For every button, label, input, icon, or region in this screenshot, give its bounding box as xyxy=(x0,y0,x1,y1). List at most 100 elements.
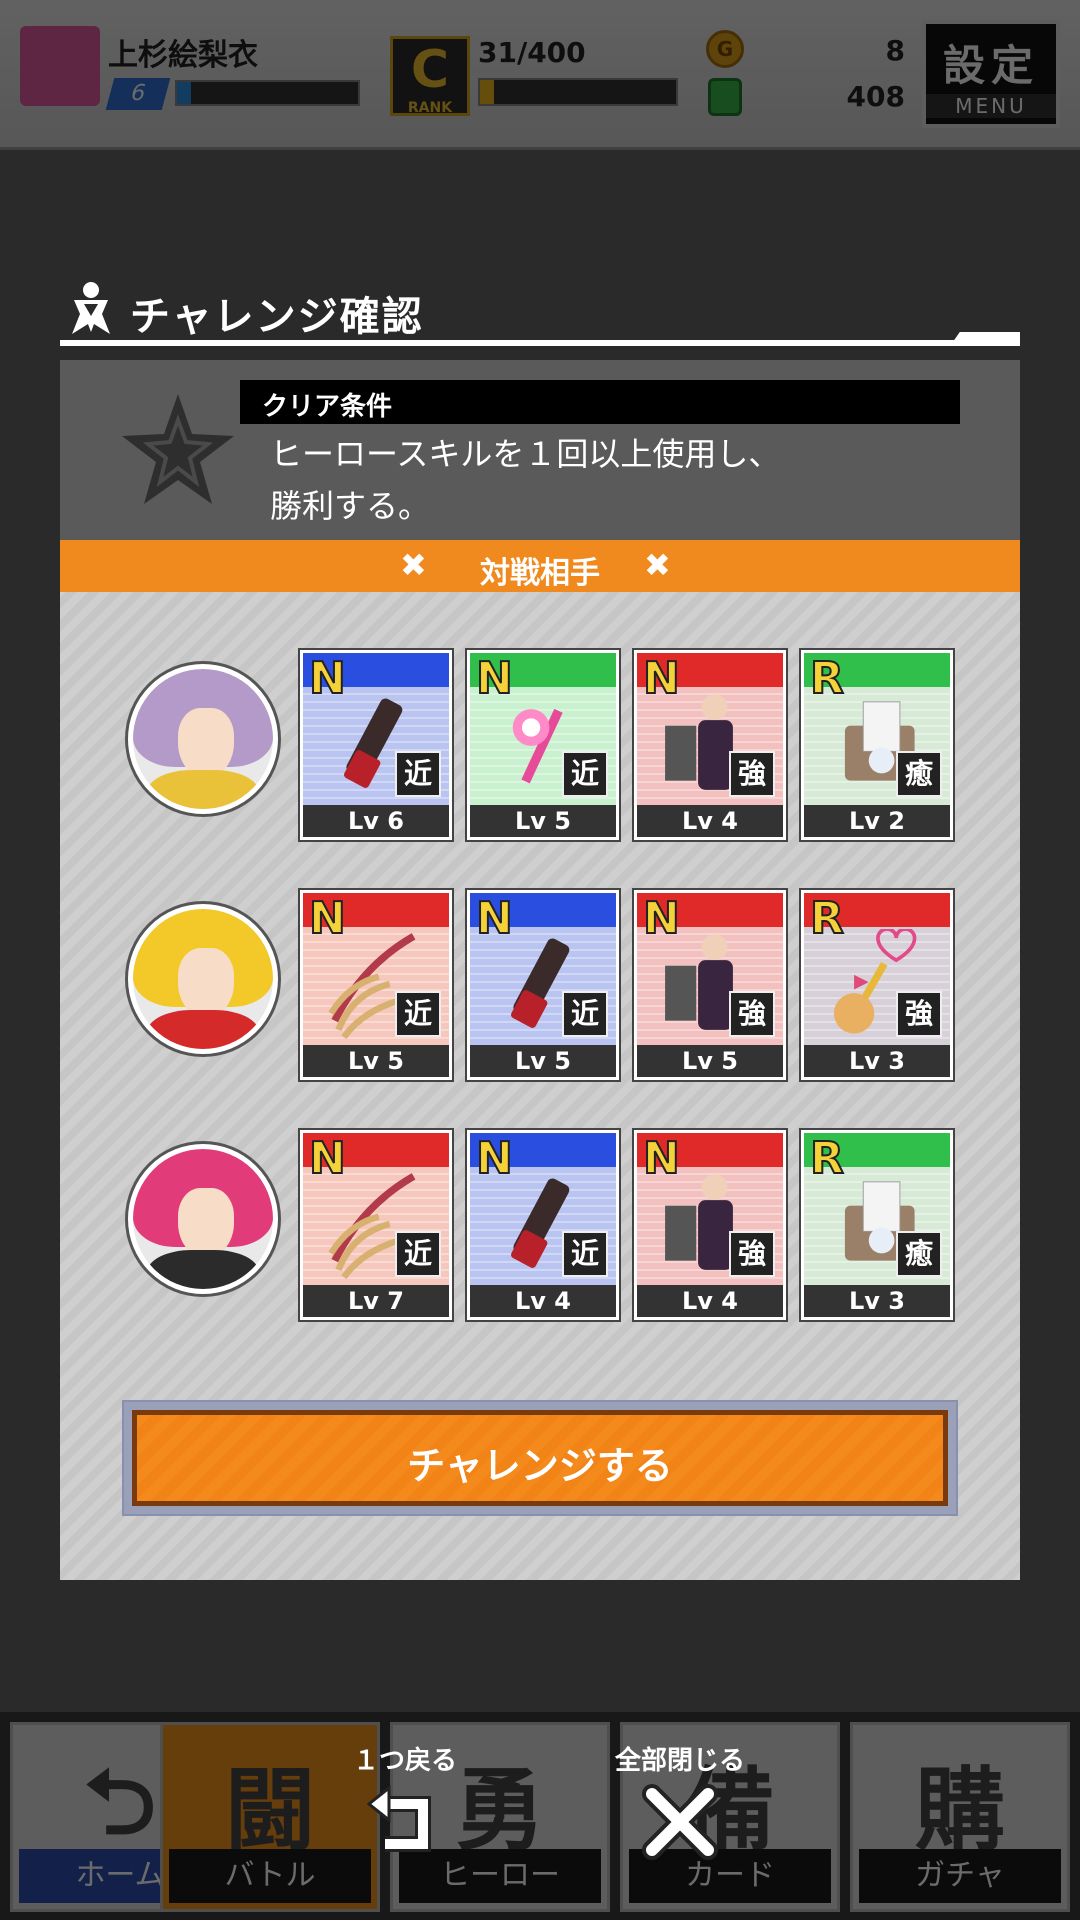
gem-count: 408 xyxy=(846,80,905,113)
card-type-badge: 近 xyxy=(395,991,441,1037)
card-type-badge: 近 xyxy=(562,991,608,1037)
nav-gacha[interactable]: 購 ガチャ xyxy=(850,1722,1070,1912)
close-all-label: 全部閉じる xyxy=(614,1746,745,1776)
opponent-card[interactable]: N 強 Lv 4 xyxy=(634,650,786,840)
clear-condition-line-2: 勝利する。 xyxy=(270,487,431,525)
rank-label: RANK xyxy=(407,100,453,116)
card-level: Lv 5 xyxy=(303,1045,449,1077)
back-arrow-icon xyxy=(366,1784,431,1852)
opponent-card[interactable]: R 癒 Lv 3 xyxy=(801,1130,953,1320)
opponent-card[interactable]: N 強 Lv 4 xyxy=(634,1130,786,1320)
menu-button-label: 設定 xyxy=(942,41,1039,90)
gacha-icon: 購 xyxy=(915,1758,1005,1863)
player-level-badge: 6 xyxy=(105,78,171,110)
card-level: Lv 5 xyxy=(470,1045,616,1077)
avatar-clothing xyxy=(147,1249,259,1289)
opponent-avatar[interactable] xyxy=(128,1144,278,1294)
card-level: Lv 3 xyxy=(804,1285,950,1317)
challenge-button[interactable]: チャレンジする xyxy=(132,1410,948,1506)
player-exp-fill xyxy=(177,82,192,104)
back-control[interactable]: １つ戻る xyxy=(320,1740,490,1900)
menu-button[interactable]: 設定 MENU xyxy=(922,20,1060,128)
card-type-badge: 癒 xyxy=(896,751,942,797)
card-rarity: N xyxy=(642,893,681,945)
nav-gacha-label: ガチャ xyxy=(859,1849,1061,1903)
card-level: Lv 5 xyxy=(470,805,616,837)
hero-emblem-icon xyxy=(72,282,110,334)
coin-count: 8 xyxy=(885,34,905,67)
menu-button-sublabel: MENU xyxy=(926,94,1056,118)
card-type-badge: 近 xyxy=(395,751,441,797)
card-type-badge: 強 xyxy=(729,1231,775,1277)
opponent-avatar[interactable] xyxy=(128,904,278,1054)
opponent-card[interactable]: N 近 Lv 5 xyxy=(300,890,452,1080)
opponent-card[interactable]: R 癒 Lv 2 xyxy=(801,650,953,840)
card-rarity: N xyxy=(642,653,681,705)
title-divider-tab xyxy=(950,332,1020,346)
avatar-face xyxy=(177,1188,234,1259)
card-rarity: N xyxy=(475,893,514,945)
card-type-badge: 強 xyxy=(729,751,775,797)
bottom-navigation: ⮌ ホーム 闘 バトル 勇 ヒーロー 備 カード 購 ガチャ xyxy=(0,1712,1080,1920)
status-bar: 上杉絵梨衣 6 C RANK 31/400 G 8 408 設定 MENU xyxy=(0,0,1080,150)
opponent-card[interactable]: N 強 Lv 5 xyxy=(634,890,786,1080)
avatar-clothing xyxy=(147,769,259,809)
challenge-button-label: チャレンジする xyxy=(407,1444,673,1488)
avatar-face xyxy=(177,708,234,779)
card-rarity: N xyxy=(475,1133,514,1185)
card-level: Lv 2 xyxy=(804,805,950,837)
challenge-button-frame: チャレンジする xyxy=(122,1400,958,1516)
card-rarity: R xyxy=(809,893,845,945)
cross-icon: ✖ xyxy=(644,546,671,584)
card-type-badge: 強 xyxy=(729,991,775,1037)
player-avatar xyxy=(20,26,100,106)
card-type-badge: 癒 xyxy=(896,1231,942,1277)
opponent-row: N 近 Lv 6 N 近 Lv 5 N 強 Lv 4 R 癒 Lv 2 xyxy=(60,650,1020,850)
opponent-card[interactable]: N 近 Lv 6 xyxy=(300,650,452,840)
card-rarity: N xyxy=(308,653,347,705)
clear-condition-box: クリア条件 ヒーロースキルを１回以上使用し、 勝利する。 xyxy=(60,360,1020,540)
card-level: Lv 4 xyxy=(637,805,783,837)
dialog-title: チャレンジ確認 xyxy=(130,294,424,340)
clear-condition-label: クリア条件 xyxy=(262,392,393,422)
gem-icon xyxy=(708,78,742,116)
challenge-panel: クリア条件 ヒーロースキルを１回以上使用し、 勝利する。 ✖ 対戦相手 ✖ N近… xyxy=(60,360,1020,1580)
coin-icon: G xyxy=(706,30,744,68)
card-level: Lv 5 xyxy=(637,1045,783,1077)
opponent-card[interactable]: N 近 Lv 5 xyxy=(467,890,619,1080)
player-name: 上杉絵梨衣 xyxy=(108,38,258,73)
card-level: Lv 4 xyxy=(470,1285,616,1317)
rank-progress-fill xyxy=(480,80,494,104)
opponent-row: N 近 Lv 7 N 近 Lv 4 N 強 Lv 4 R 癒 Lv 3 xyxy=(60,1130,1020,1330)
clear-condition-line-1: ヒーロースキルを１回以上使用し、 xyxy=(270,435,781,473)
card-type-badge: 近 xyxy=(562,1231,608,1277)
card-rarity: R xyxy=(809,1133,845,1185)
card-rarity: N xyxy=(642,1133,681,1185)
opponent-card[interactable]: N 近 Lv 5 xyxy=(467,650,619,840)
opponent-row: N 近 Lv 5 N 近 Lv 5 N 強 Lv 5 R 強 Lv 3 xyxy=(60,890,1020,1090)
card-level: Lv 3 xyxy=(804,1045,950,1077)
card-rarity: N xyxy=(308,893,347,945)
clear-condition-text: ヒーロースキルを１回以上使用し、 勝利する。 xyxy=(270,428,950,532)
card-rarity: R xyxy=(809,653,845,705)
close-icon xyxy=(642,1784,718,1860)
opponent-card[interactable]: N 近 Lv 4 xyxy=(467,1130,619,1320)
opponents-header-label: 対戦相手 xyxy=(480,556,600,591)
rank-count: 31/400 xyxy=(478,36,586,69)
card-rarity: N xyxy=(475,653,514,705)
opponent-card[interactable]: R 強 Lv 3 xyxy=(801,890,953,1080)
player-exp-bar xyxy=(175,80,360,106)
card-type-badge: 近 xyxy=(562,751,608,797)
opponents-header: ✖ 対戦相手 ✖ xyxy=(60,540,1020,592)
opponent-avatar[interactable] xyxy=(128,664,278,814)
opponent-card[interactable]: N 近 Lv 7 xyxy=(300,1130,452,1320)
close-all-control[interactable]: 全部閉じる xyxy=(595,1740,765,1900)
card-level: Lv 4 xyxy=(637,1285,783,1317)
title-divider xyxy=(60,340,1020,346)
avatar-clothing xyxy=(147,1009,259,1049)
rank-progress-bar xyxy=(478,78,678,106)
star-icon xyxy=(122,394,234,504)
card-type-badge: 強 xyxy=(896,991,942,1037)
avatar-face xyxy=(177,948,234,1019)
card-type-badge: 近 xyxy=(395,1231,441,1277)
